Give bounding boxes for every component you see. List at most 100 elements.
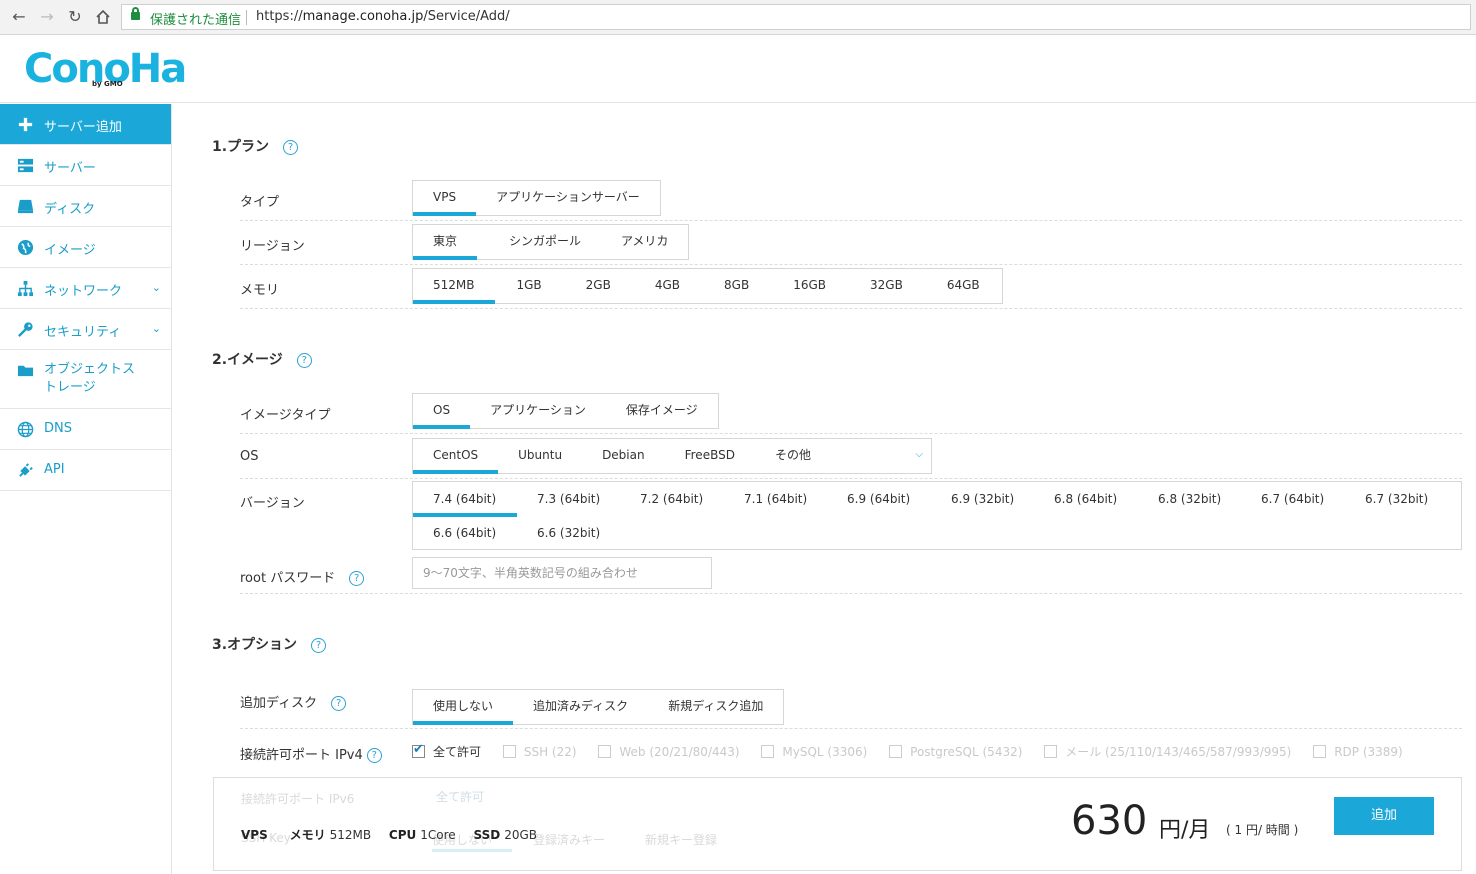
checkbox-rdp[interactable] [1313, 745, 1327, 758]
checkbox-web[interactable] [598, 745, 612, 758]
sidebar-item-label: DNS [44, 421, 72, 436]
disk-label-text: 追加ディスク [240, 696, 318, 711]
forward-icon[interactable]: → [36, 6, 58, 28]
plan-title-text: 1.プラン [212, 139, 270, 155]
version-option[interactable]: 6.8 (64bit) [1054, 492, 1117, 506]
url-path: /Service/Add/ [423, 9, 510, 24]
checkbox-mail[interactable] [1044, 745, 1058, 758]
port-label: Web (20/21/80/443) [619, 744, 740, 759]
url-text[interactable]: https://manage.conoha.jp/Service/Add/ [256, 9, 510, 24]
sshkey-option-ghost: 新規キー登録 [645, 833, 718, 847]
chevron-down-icon[interactable]: ⌵ [915, 449, 923, 460]
folder-icon [17, 365, 34, 377]
help-icon[interactable]: ? [311, 637, 327, 653]
region-option-america[interactable]: アメリカ [601, 225, 688, 259]
os-option-centos[interactable]: CentOS [413, 439, 499, 474]
memory-option-2gb[interactable]: 2GB [564, 269, 633, 303]
sidebar-item-add-server[interactable]: サーバー追加 [0, 104, 171, 145]
ipv6-label-ghost: 接続許可ポート IPv6 [241, 792, 355, 806]
sidebar-item-image[interactable]: イメージ [0, 227, 171, 268]
version-option[interactable]: 7.3 (64bit) [537, 492, 600, 506]
image-type-selector: OS アプリケーション 保存イメージ [412, 393, 719, 429]
os-option-ubuntu[interactable]: Ubuntu [498, 439, 582, 473]
home-icon[interactable] [92, 6, 114, 28]
app-header: ConoHa by GMO [0, 36, 1476, 103]
port-label: PostgreSQL (5432) [910, 744, 1023, 759]
os-label: OS [240, 449, 259, 464]
os-option-freebsd[interactable]: FreeBSD [665, 439, 755, 473]
image-type-option-os[interactable]: OS [413, 394, 471, 429]
back-icon[interactable]: ← [8, 6, 30, 28]
image-type-option-saved[interactable]: 保存イメージ [606, 394, 718, 428]
sidebar-item-server[interactable]: サーバー [0, 145, 171, 186]
help-icon[interactable]: ? [366, 748, 382, 763]
checkbox-ssh[interactable] [502, 745, 516, 758]
network-icon [17, 280, 34, 297]
disk-label: 追加ディスク? [240, 692, 347, 711]
os-option-other[interactable]: その他 [755, 439, 831, 473]
help-icon[interactable]: ? [331, 696, 347, 711]
sidebar-item-label: イメージ [44, 243, 96, 258]
main-content: 1.プラン? タイプ VPS アプリケーションサーバー リージョン 東京 シンガ… [172, 104, 1476, 874]
version-option[interactable]: 6.8 (32bit) [1158, 492, 1221, 506]
help-icon[interactable]: ? [296, 352, 312, 368]
image-type-option-app[interactable]: アプリケーション [470, 394, 606, 428]
memory-option-512mb[interactable]: 512MB [413, 269, 495, 304]
help-icon[interactable]: ? [283, 139, 299, 155]
help-icon[interactable]: ? [349, 571, 365, 586]
sidebar-item-object-storage[interactable]: オブジェクトストレージ [0, 350, 171, 409]
root-password-input[interactable]: 9～70文字、半角英数記号の組み合わせ [412, 557, 712, 589]
version-label: バージョン [240, 496, 305, 511]
reload-icon[interactable]: ↻ [64, 6, 86, 28]
checkbox-all[interactable] [412, 742, 425, 758]
version-option[interactable]: 6.6 (64bit) [433, 526, 496, 540]
sidebar-item-security[interactable]: セキュリティ ⌄ [0, 309, 171, 350]
sidebar-item-api[interactable]: API [0, 450, 171, 491]
version-option[interactable]: 7.2 (64bit) [640, 492, 703, 506]
secure-label: 保護された通信 [150, 13, 242, 28]
ipv4-ports: 全て許可 SSH (22) Web (20/21/80/443) MySQL (… [412, 742, 1421, 760]
version-option[interactable]: 6.6 (32bit) [537, 526, 600, 540]
version-option[interactable]: 7.4 (64bit) [433, 492, 496, 506]
sidebar-item-network[interactable]: ネットワーク ⌄ [0, 268, 171, 309]
type-option-app-server[interactable]: アプリケーションサーバー [476, 181, 660, 215]
version-option[interactable]: 7.1 (64bit) [744, 492, 807, 506]
memory-option-8gb[interactable]: 8GB [702, 269, 771, 303]
sidebar-item-dns[interactable]: DNS [0, 409, 171, 450]
memory-option-1gb[interactable]: 1GB [495, 269, 564, 303]
version-option[interactable]: 6.9 (64bit) [847, 492, 910, 506]
address-bar[interactable]: 保護された通信 https://manage.conoha.jp/Service… [121, 4, 1471, 30]
disk-option-existing[interactable]: 追加済みディスク [513, 690, 648, 724]
plug-icon [19, 463, 33, 477]
memory-option-16gb[interactable]: 16GB [771, 269, 848, 303]
version-option[interactable]: 6.9 (32bit) [951, 492, 1014, 506]
spec-cpu-value: 1Core [420, 828, 456, 842]
version-selector: 7.4 (64bit) 7.3 (64bit) 7.2 (64bit) 7.1 … [412, 481, 1462, 550]
checkbox-mysql[interactable] [761, 745, 775, 758]
type-label: タイプ [240, 195, 280, 210]
memory-selector: 512MB 1GB 2GB 4GB 8GB 16GB 32GB 64GB [412, 268, 1003, 304]
sidebar-item-disk[interactable]: ディスク [0, 186, 171, 227]
checkbox-postgresql[interactable] [889, 745, 903, 758]
version-row: バージョン 7.4 (64bit) 7.3 (64bit) 7.2 (64bit… [240, 481, 1462, 554]
ipv6-all-ghost: 全て許可 [436, 790, 485, 804]
version-option[interactable]: 6.7 (64bit) [1261, 492, 1324, 506]
memory-option-4gb[interactable]: 4GB [633, 269, 702, 303]
disk-option-none[interactable]: 使用しない [413, 690, 514, 725]
spec-memory-label: メモリ [289, 828, 326, 842]
disk-option-new[interactable]: 新規ディスク追加 [648, 690, 783, 724]
region-option-singapore[interactable]: シンガポール [477, 225, 601, 259]
spec-ssd-label: SSD [473, 828, 501, 842]
port-label: MySQL (3306) [782, 744, 868, 759]
url-host: manage.conoha.jp [302, 9, 424, 24]
memory-option-32gb[interactable]: 32GB [848, 269, 925, 303]
os-option-debian[interactable]: Debian [582, 439, 665, 473]
memory-row: メモリ 512MB 1GB 2GB 4GB 8GB 16GB 32GB 64GB [240, 268, 1462, 309]
region-option-tokyo[interactable]: 東京 [413, 225, 478, 260]
version-option[interactable]: 6.7 (32bit) [1365, 492, 1428, 506]
image-title-text: 2.イメージ [212, 352, 283, 368]
memory-option-64gb[interactable]: 64GB [925, 269, 1002, 303]
type-option-vps[interactable]: VPS [413, 181, 477, 216]
add-server-button[interactable]: 追加 [1334, 797, 1434, 835]
port-label: RDP (3389) [1334, 744, 1403, 759]
